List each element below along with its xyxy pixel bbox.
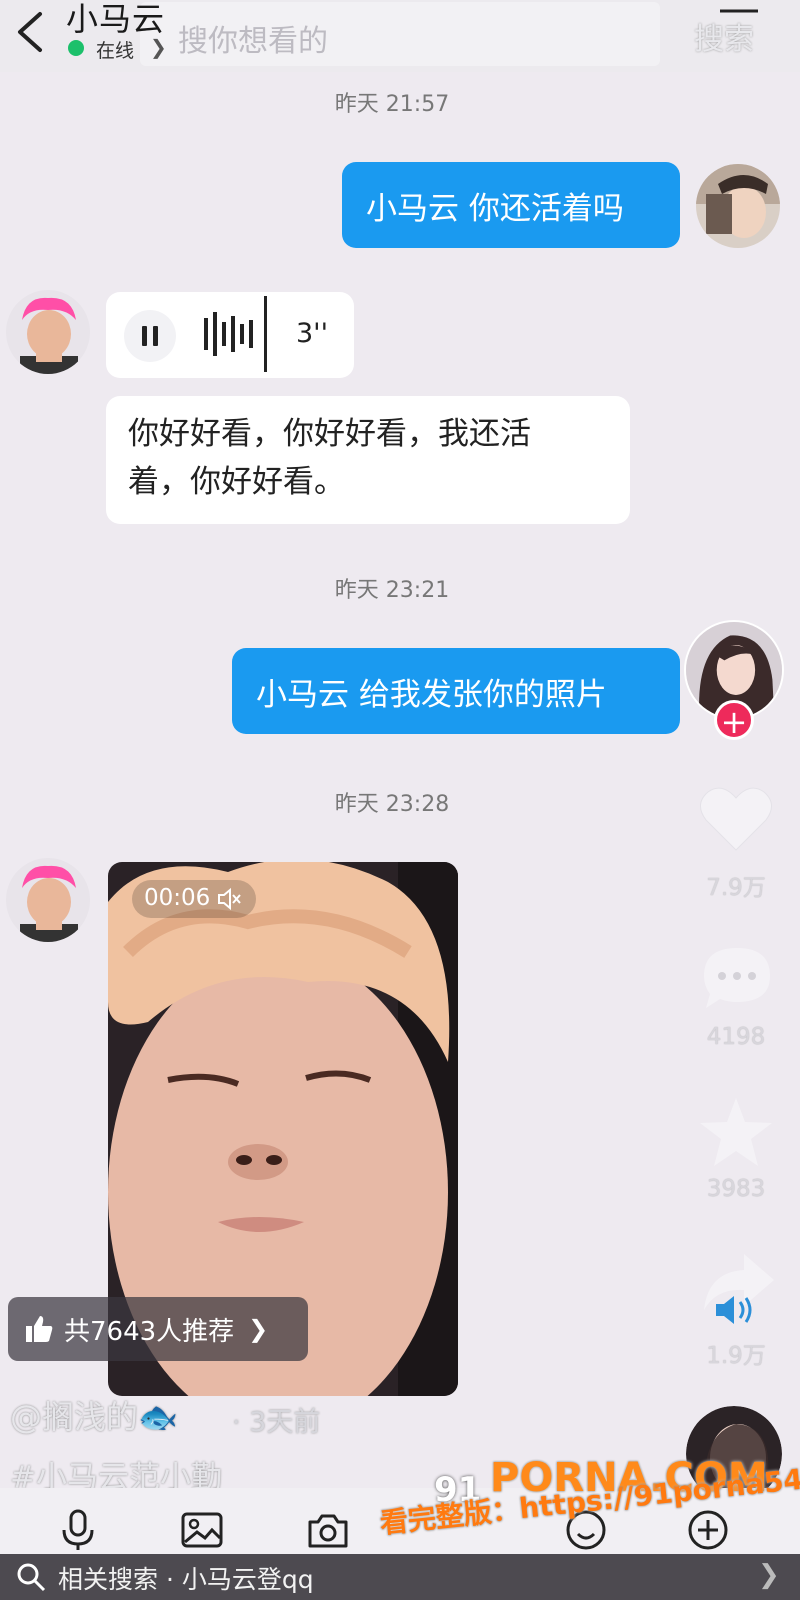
- like-count: 7.9万: [706, 875, 766, 901]
- search-placeholder[interactable]: 搜你想看的: [178, 16, 328, 60]
- comment-icon[interactable]: [700, 944, 774, 1012]
- camera-icon[interactable]: [306, 1508, 350, 1552]
- pause-icon[interactable]: [124, 310, 176, 362]
- add-icon[interactable]: [686, 1508, 730, 1552]
- my-avatar[interactable]: [696, 164, 780, 248]
- favorite-count: 3983: [706, 1176, 766, 1202]
- message-timestamp: 昨天 23:28: [334, 792, 450, 817]
- recommend-pill[interactable]: 共7643人推荐 ❯: [8, 1297, 308, 1361]
- back-arrow-icon[interactable]: [10, 8, 50, 56]
- message-line: 你好好看，你好好看，我还活: [128, 416, 531, 452]
- image-icon[interactable]: [180, 1508, 224, 1552]
- star-icon[interactable]: [698, 1096, 774, 1168]
- chevron-right-icon[interactable]: ❯: [758, 1560, 780, 1590]
- message-timestamp: 昨天 21:57: [334, 92, 450, 117]
- follow-plus-button[interactable]: +: [714, 700, 754, 741]
- heart-icon[interactable]: [698, 782, 774, 854]
- contact-name: 小马云: [66, 0, 166, 38]
- online-status-text: 在线: [96, 40, 135, 62]
- voice-duration: 3'': [296, 318, 329, 349]
- microphone-icon[interactable]: [56, 1508, 100, 1552]
- incoming-message-bubble[interactable]: 你好好看，你好好看，我还活 着，你好好看。: [106, 396, 630, 524]
- chevron-right-icon: ❯: [248, 1315, 269, 1343]
- message-timestamp: 昨天 23:21: [334, 578, 450, 603]
- outgoing-message-bubble[interactable]: 小马云 你还活着吗: [342, 162, 680, 248]
- comment-count: 4198: [706, 1024, 766, 1050]
- search-button[interactable]: 搜索: [694, 14, 754, 58]
- speaker-icon[interactable]: [712, 1292, 756, 1328]
- outgoing-message-bubble[interactable]: 小马云 给我发张你的照片: [232, 648, 680, 734]
- thumbs-up-icon: [26, 1316, 53, 1342]
- mute-icon[interactable]: [216, 886, 242, 912]
- share-count: 1.9万: [706, 1343, 766, 1369]
- online-status-dot: [68, 40, 84, 56]
- audio-waveform-icon: [204, 296, 267, 372]
- message-line: 着，你好好看。: [128, 464, 345, 500]
- post-author[interactable]: @搁浅的🐟: [10, 1392, 178, 1438]
- recommend-text: 共7643人推荐: [64, 1316, 235, 1347]
- post-time: · 3天前: [232, 1407, 321, 1438]
- search-icon: [17, 1563, 46, 1592]
- related-search-text[interactable]: 相关搜索 · 小马云登qq: [58, 1560, 314, 1596]
- chevron-right-icon[interactable]: ❯: [150, 35, 167, 59]
- contact-avatar[interactable]: [6, 858, 90, 942]
- contact-avatar[interactable]: [6, 290, 90, 374]
